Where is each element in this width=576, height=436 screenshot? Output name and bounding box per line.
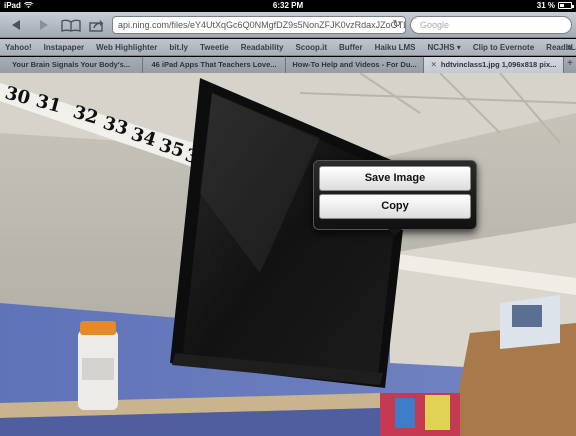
forward-arrow-icon — [40, 20, 48, 30]
bookmark-link[interactable]: Scoop.it — [295, 43, 327, 52]
bookmarks-bar: Yahoo! Instapaper Web Highlighter bit.ly… — [0, 39, 576, 56]
bookmark-link[interactable]: Tweetie — [200, 43, 229, 52]
tab[interactable]: How-To Help and Videos - For Du... — [286, 57, 424, 73]
save-image-button[interactable]: Save Image — [319, 166, 471, 191]
bookmark-folder[interactable]: NCJHS ▾ — [427, 43, 460, 52]
tab-label: hdtvinclass1.jpg 1,096x818 pix... — [440, 60, 557, 69]
forward-button[interactable] — [36, 17, 52, 33]
status-bar: iPad 6:32 PM 31 % — [0, 0, 576, 12]
bookmark-link[interactable]: Clip to Evernote — [473, 43, 534, 52]
share-icon — [89, 19, 104, 32]
browser-toolbar: api.ning.com/files/eY4UtXqGc6Q0NMgfDZ9s5… — [0, 12, 576, 38]
clock: 6:32 PM — [272, 1, 304, 10]
tab[interactable]: 46 iPad Apps That Teachers Love... — [143, 57, 286, 73]
bookmark-link[interactable]: Buffer — [339, 43, 363, 52]
bookmarks-more-button[interactable]: » — [567, 42, 572, 52]
tab-bar: Your Brain Signals Your Body's... 46 iPa… — [0, 57, 576, 73]
bookmark-link[interactable]: bit.ly — [169, 43, 188, 52]
classroom-photo: 30 31 32 33 34 35 36 — [0, 73, 576, 436]
share-button[interactable] — [88, 17, 106, 33]
bookmarks-button[interactable] — [60, 17, 82, 33]
image-view[interactable]: 30 31 32 33 34 35 36 Save Image Copy — [0, 73, 576, 436]
search-input[interactable]: Google — [410, 16, 572, 34]
book-icon — [61, 19, 81, 32]
back-button[interactable] — [8, 17, 24, 33]
tab[interactable]: Your Brain Signals Your Body's... — [0, 57, 143, 73]
bookmark-link[interactable]: Haiku LMS — [375, 43, 416, 52]
battery-percent: 31 % — [536, 1, 555, 10]
bookmark-link[interactable]: Instapaper — [44, 43, 84, 52]
tab-active[interactable]: ✕ hdtvinclass1.jpg 1,096x818 pix... — [424, 57, 564, 73]
new-tab-button[interactable]: + — [564, 57, 576, 73]
menu-pointer — [388, 229, 402, 236]
image-context-menu: Save Image Copy — [313, 160, 477, 230]
address-text: api.ning.com/files/eY4UtXqGc6Q0NMgfDZ9s5… — [118, 20, 406, 30]
back-arrow-icon — [12, 20, 20, 30]
reload-icon[interactable]: ↻ — [393, 19, 401, 30]
bookmark-link[interactable]: Yahoo! — [5, 43, 32, 52]
copy-button[interactable]: Copy — [319, 194, 471, 219]
battery-icon — [558, 2, 574, 9]
bookmark-link[interactable]: Readability — [241, 43, 284, 52]
close-tab-icon[interactable]: ✕ — [431, 60, 437, 69]
bookmark-link[interactable]: Web Highlighter — [96, 43, 157, 52]
address-bar[interactable]: api.ning.com/files/eY4UtXqGc6Q0NMgfDZ9s5… — [112, 16, 406, 34]
